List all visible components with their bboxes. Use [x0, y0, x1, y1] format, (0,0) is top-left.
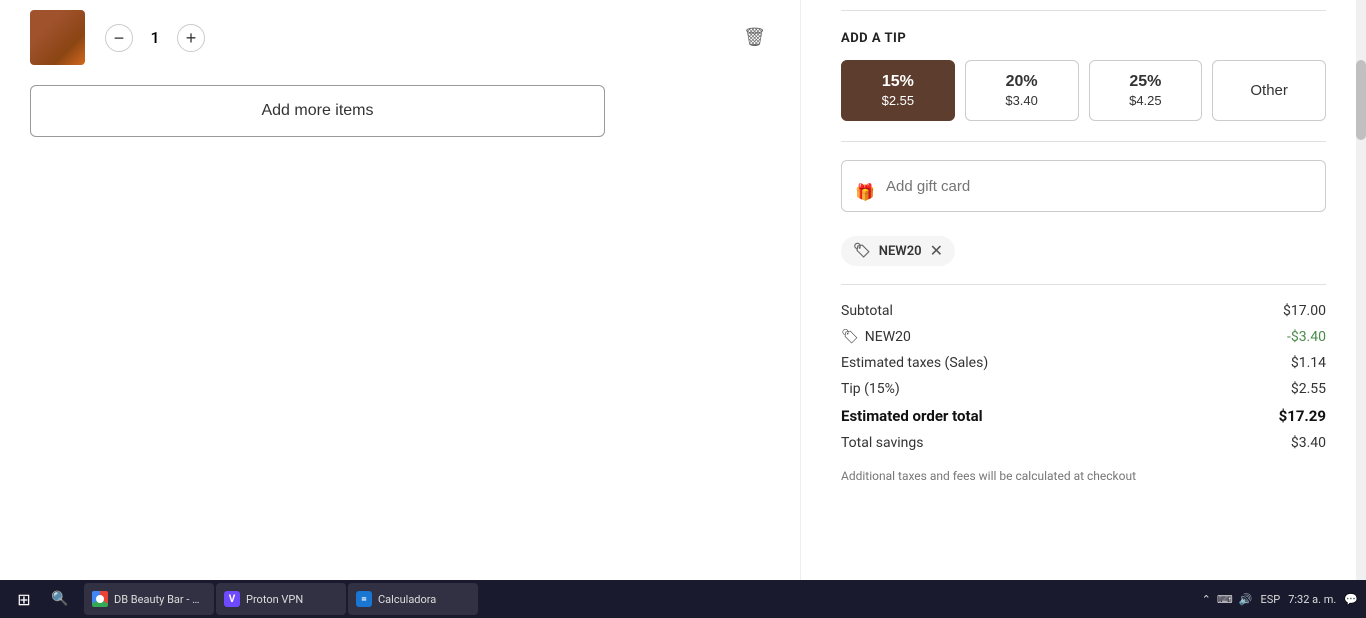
- right-panel: ADD A TIP 15% $2.55 20% $3.40 25% $4.25 …: [800, 0, 1366, 580]
- taskbar-app-protonvpn[interactable]: V Proton VPN: [216, 583, 346, 615]
- tip-15-button[interactable]: 15% $2.55: [841, 60, 955, 121]
- scrollbar[interactable]: [1356, 0, 1366, 580]
- start-button[interactable]: ⊞: [8, 583, 40, 615]
- language-label[interactable]: ESP: [1260, 593, 1280, 606]
- tip-25-amount: $4.25: [1098, 93, 1194, 108]
- total-label: Estimated order total: [841, 407, 983, 425]
- summary-note: Additional taxes and fees will be calcul…: [841, 469, 1326, 483]
- tip-20-amount: $3.40: [974, 93, 1070, 108]
- taskbar-right: ⌃ ⌨ 🔊 ESP 7:32 a. m. 💬: [1202, 593, 1358, 606]
- tip-25-button[interactable]: 25% $4.25: [1089, 60, 1203, 121]
- savings-row: Total savings $3.40: [841, 435, 1326, 451]
- speaker-icon[interactable]: 🔊: [1239, 593, 1253, 606]
- summary-divider: [841, 284, 1326, 285]
- gift-card-wrapper: 🎁: [841, 160, 1326, 224]
- keyboard-icon: ⌨: [1217, 593, 1233, 606]
- taxes-value: $1.14: [1291, 355, 1326, 371]
- subtotal-label: Subtotal: [841, 303, 893, 319]
- tip-row: Tip (15%) $2.55: [841, 381, 1326, 397]
- taxes-label: Estimated taxes (Sales): [841, 355, 988, 371]
- quantity-row: − 1 + 🗑: [30, 10, 770, 65]
- notification-icon[interactable]: 💬: [1344, 593, 1358, 606]
- avatar: [30, 10, 85, 65]
- search-button[interactable]: 🔍: [44, 583, 76, 615]
- taskbar: ⊞ 🔍 DB Beauty Bar - Goog... V Proton VPN…: [0, 580, 1366, 618]
- scrollbar-thumb[interactable]: [1356, 60, 1366, 140]
- protonvpn-icon: V: [224, 591, 240, 607]
- total-value: $17.29: [1279, 407, 1326, 425]
- tip-options: 15% $2.55 20% $3.40 25% $4.25 Other: [841, 60, 1326, 121]
- quantity-value: 1: [145, 28, 165, 47]
- top-divider: [841, 10, 1326, 11]
- promo-row-code: NEW20: [865, 329, 911, 345]
- total-row: Estimated order total $17.29: [841, 407, 1326, 425]
- taskbar-time: 7:32 a. m.: [1288, 593, 1336, 606]
- tag-icon: 🏷: [853, 243, 871, 259]
- quantity-controls: − 1 +: [105, 24, 205, 52]
- taskbar-app-calc[interactable]: = Calculadora: [348, 583, 478, 615]
- app-calc-label: Calculadora: [378, 593, 436, 606]
- savings-value: $3.40: [1291, 435, 1326, 451]
- delete-button[interactable]: 🗑: [739, 23, 770, 52]
- tip-value: $2.55: [1291, 381, 1326, 397]
- calc-icon: =: [356, 591, 372, 607]
- promo-row: 🏷 NEW20 -$3.40: [841, 329, 1326, 345]
- left-panel: − 1 + 🗑 Add more items: [0, 0, 800, 580]
- subtotal-value: $17.00: [1283, 303, 1326, 319]
- promo-row-label: 🏷 NEW20: [841, 329, 911, 345]
- gift-icon: 🎁: [855, 183, 875, 202]
- tip-divider: [841, 141, 1326, 142]
- promo-row-value: -$3.40: [1287, 329, 1326, 345]
- taskbar-apps: DB Beauty Bar - Goog... V Proton VPN = C…: [84, 583, 478, 615]
- tip-15-percent: 15%: [850, 73, 946, 91]
- promo-code: NEW20: [879, 244, 922, 259]
- tip-label: Tip (15%): [841, 381, 900, 397]
- app-chrome-label: DB Beauty Bar - Goog...: [114, 593, 206, 606]
- summary-rows: Subtotal $17.00 🏷 NEW20 -$3.40 Estimated…: [841, 303, 1326, 483]
- tip-20-percent: 20%: [974, 73, 1070, 91]
- increase-button[interactable]: +: [177, 24, 205, 52]
- tip-25-percent: 25%: [1098, 73, 1194, 91]
- chevron-up-icon[interactable]: ⌃: [1202, 593, 1211, 606]
- chrome-icon: [92, 591, 108, 607]
- add-tip-label: ADD A TIP: [841, 31, 1326, 46]
- tip-other-button[interactable]: Other: [1212, 60, 1326, 121]
- gift-card-input[interactable]: [841, 160, 1326, 212]
- taskbar-system-icons: ⌃ ⌨ 🔊: [1202, 593, 1253, 606]
- app-protonvpn-label: Proton VPN: [246, 593, 303, 606]
- tip-15-amount: $2.55: [850, 93, 946, 108]
- taskbar-app-chrome[interactable]: DB Beauty Bar - Goog...: [84, 583, 214, 615]
- tip-20-button[interactable]: 20% $3.40: [965, 60, 1079, 121]
- add-more-button[interactable]: Add more items: [30, 85, 605, 137]
- subtotal-row: Subtotal $17.00: [841, 303, 1326, 319]
- taxes-row: Estimated taxes (Sales) $1.14: [841, 355, 1326, 371]
- decrease-button[interactable]: −: [105, 24, 133, 52]
- promo-tag-icon: 🏷: [841, 329, 859, 345]
- promo-remove-button[interactable]: ✕: [930, 241, 943, 261]
- savings-label: Total savings: [841, 435, 923, 451]
- promo-badge: 🏷 NEW20 ✕: [841, 236, 955, 266]
- time-display: 7:32 a. m.: [1288, 593, 1336, 606]
